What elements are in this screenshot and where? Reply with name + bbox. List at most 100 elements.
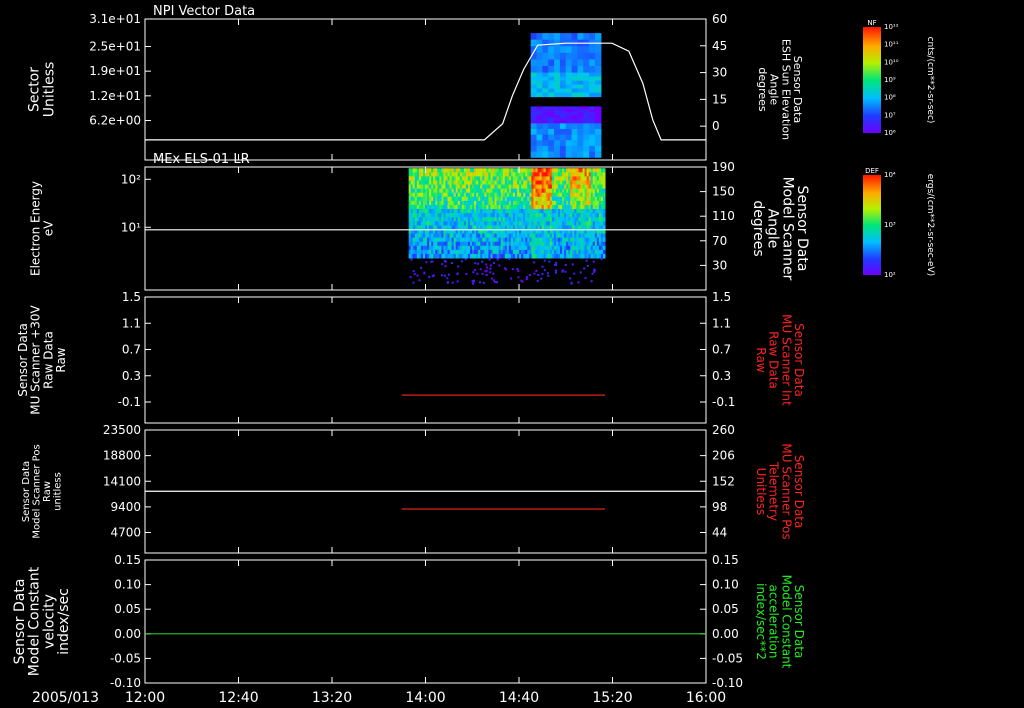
colorbar-tick-label: 10³ [884,221,896,229]
spectrogram-cell [559,88,567,94]
spectrogram-cell [565,128,573,136]
spectrogram-speck [555,261,558,264]
right-tick-label: 45 [712,39,727,53]
spectrogram-speck [573,272,576,275]
spectrogram-speck [584,277,587,280]
spectrogram-cell [577,134,584,141]
spectrogram-cell [559,145,567,153]
spectrogram-cell [594,134,602,141]
right-tick-label: 1.5 [712,290,731,304]
left-tick-label: 0.05 [114,602,141,616]
left-tick-label: 0.15 [114,553,141,567]
spectrogram-cell [602,237,606,243]
spectrogram-speck [451,281,454,284]
spectrogram-cell [589,145,596,153]
spectrogram-cell [594,46,602,54]
spectrogram-speck [593,268,596,271]
spectrogram-cell [536,59,543,67]
spectrogram-cell [542,66,549,74]
colorbar [863,27,881,133]
spectrogram-speck [492,272,495,275]
spectrogram-cell [583,52,590,61]
spectrogram-speck [443,274,446,277]
left-tick-label: 6.2e+00 [89,114,141,128]
spectrogram-cell [548,151,555,158]
spectrogram-cell [577,151,584,158]
spectrogram-cell [577,72,584,78]
spectrogram-cell [559,92,567,98]
spectrogram-cell [554,128,561,136]
spectrogram-speck [418,279,421,282]
spectrogram-speck [494,281,497,284]
colorbar-tick-label: 10⁹ [884,76,896,84]
spectrogram-speck [520,279,523,282]
spectrogram-speck [537,273,540,276]
spectrogram-cell [530,84,538,90]
spectrogram-cell [602,172,606,177]
spectrogram-cell [548,39,555,47]
spectrogram-speck [477,262,480,265]
left-tick-label: 3.1e+01 [89,12,141,26]
spectrogram-cell [530,140,538,147]
spectrogram-speck [533,272,536,275]
spectrogram-cell [554,76,561,82]
spectrogram-cell [554,59,561,67]
spectrogram-cell [536,76,543,82]
spectrogram-cell [565,151,573,158]
spectrogram-speck [485,274,488,277]
spectrogram-speck [546,272,549,275]
spectrogram-cell [559,66,567,74]
spectrogram-cell [548,123,555,130]
spectrogram-cell [589,84,596,90]
spectrogram-speck [423,272,426,275]
right-tick-label: 152 [712,474,735,488]
colorbar-tick-label: 10⁸ [884,94,896,102]
spectrogram-cell [571,145,579,153]
left-axis-label: Unitless [41,62,57,118]
spectrogram-cell [536,80,543,86]
spectrogram-cell [559,140,567,147]
spectrogram-speck [412,270,415,273]
spectrogram-cell [530,151,538,158]
spectrogram-speck [528,273,531,276]
colorbar [863,175,881,275]
spectrogram-cell [542,145,549,153]
spectrogram-speck [465,273,468,276]
spectrogram-cell [548,33,555,41]
spectrogram-speck [511,267,514,270]
x-tick-label: 16:00 [686,690,726,706]
spectrogram-speck [508,258,511,261]
plot-window: NPI Vector Data 3.1e+01 2.5e+01 1.9e+01 1.2e… [0,0,1024,708]
spectrogram-speck [476,272,479,275]
spectrogram-cell [594,140,602,147]
spectrogram-cell [565,140,573,147]
spectrogram-cell [530,128,538,136]
x-tick-label: 12:40 [218,690,258,706]
spectrogram-cell [602,209,606,214]
spectrogram-cell [571,134,579,141]
spectrogram-cell [542,33,549,41]
spectrogram-cell [565,52,573,61]
spectrogram-speck [441,263,444,266]
spectrogram-speck [517,276,520,279]
spectrogram-cell [589,128,596,136]
spectrogram-speck [413,273,416,276]
spectrogram-cell [530,76,538,82]
spectrogram-cell [589,134,596,141]
spectrogram-cell [577,88,584,94]
left-axis-label: velocity [41,594,57,649]
spectrogram-cell [542,88,549,94]
right-tick-label: 60 [712,12,727,26]
spectrogram-cell [542,59,549,67]
spectrogram-cell [548,92,555,98]
spectrogram-cell [594,66,602,74]
spectrogram-cell [536,46,543,54]
right-tick-label: 70 [712,234,727,248]
spectrogram-cell [583,72,590,78]
spectrogram-cell [565,76,573,82]
spectrogram-speck [583,267,586,270]
spectrogram-cell [559,52,567,61]
spectrogram-cell [548,80,555,86]
spectrogram-cell [548,140,555,147]
spectrogram-cell [542,151,549,158]
